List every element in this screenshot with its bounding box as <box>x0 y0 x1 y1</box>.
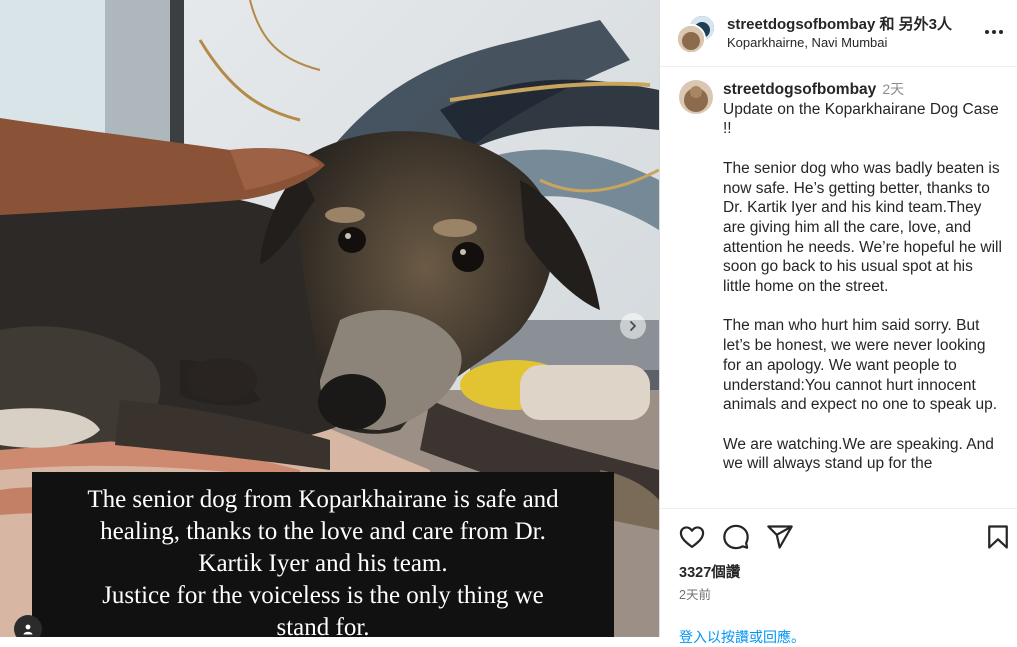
more-options-button[interactable] <box>982 20 1006 44</box>
like-button[interactable] <box>678 523 706 551</box>
comment-username[interactable]: streetdogsofbombay <box>723 81 876 98</box>
comment-text: Update on the Koparkhairane Dog Case !! <box>723 100 999 138</box>
comment-text: The senior dog who was badly beaten is n… <box>723 159 1002 296</box>
post-timestamp[interactable]: 2天前 <box>679 584 711 603</box>
next-image-button[interactable] <box>620 313 646 339</box>
caption-line: The senior dog from Koparkhairane is saf… <box>87 486 559 513</box>
comment-icon <box>723 524 749 550</box>
comment-button[interactable] <box>722 523 750 551</box>
caption-line: Kartik Iyer and his team. <box>198 550 448 577</box>
share-icon <box>767 525 793 549</box>
user-icon <box>23 624 33 635</box>
comment-first-paragraph: streetdogsofbombay 2天 Update on the Kopark… <box>723 80 1003 139</box>
avatar <box>676 24 706 54</box>
comment-text: The man who hurt him said sorry. But let… <box>723 317 998 414</box>
caption-line: Justice for the voiceless is the only th… <box>102 582 544 609</box>
chevron-right-icon <box>630 321 636 331</box>
post-actions: 3327個讚 2天前 登入以按讚或回應。 <box>660 508 1017 645</box>
caption-line: stand for. <box>276 614 370 637</box>
comment-text: We are watching.We are speaking. And we … <box>723 435 994 473</box>
share-button[interactable] <box>766 523 794 551</box>
caption-comment: streetdogsofbombay 2天 Update on the Kopark… <box>723 80 1003 494</box>
likes-count[interactable]: 3327個讚 <box>679 561 740 582</box>
bookmark-icon <box>988 525 1008 549</box>
header-username[interactable]: streetdogsofbombay 和 另外3人 <box>727 13 952 34</box>
login-prompt-link[interactable]: 登入以按讚或回應。 <box>679 627 805 647</box>
image-caption-overlay: The senior dog from Koparkhairane is saf… <box>32 472 614 637</box>
post-media[interactable]: The senior dog from Koparkhairane is saf… <box>0 0 659 637</box>
comment-time[interactable]: 2天 <box>882 81 904 97</box>
location-link[interactable]: Koparkhairne, Navi Mumbai <box>727 35 887 50</box>
caption-line: healing, thanks to the love and care fro… <box>100 518 546 545</box>
collab-avatars[interactable] <box>676 14 716 54</box>
avatar[interactable] <box>679 80 713 114</box>
comments-section[interactable]: streetdogsofbombay 2天 Update on the Kopark… <box>660 67 1017 508</box>
tagged-users-button[interactable] <box>14 615 42 637</box>
post-header: streetdogsofbombay 和 另外3人 Koparkhairne, … <box>660 0 1017 67</box>
save-button[interactable] <box>984 523 1012 551</box>
heart-icon <box>679 526 705 549</box>
post-side-panel: streetdogsofbombay 和 另外3人 Koparkhairne, … <box>659 0 1017 645</box>
more-icon <box>985 30 1003 34</box>
